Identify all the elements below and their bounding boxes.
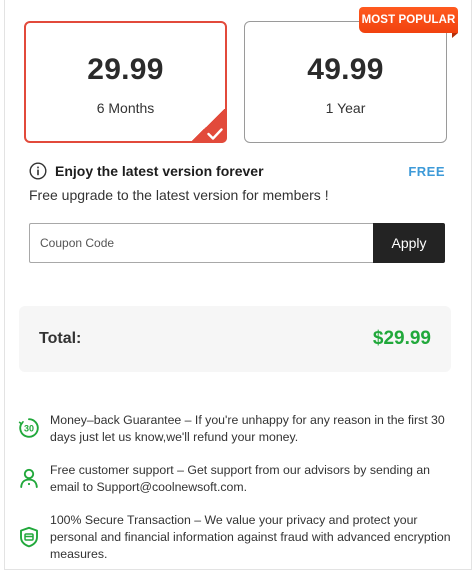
info-icon <box>29 162 47 180</box>
user-support-icon <box>18 467 40 496</box>
upgrade-description: Free upgrade to the latest version for m… <box>29 187 329 203</box>
total-value: $29.99 <box>372 328 431 349</box>
plan-price: 49.99 <box>307 53 384 86</box>
plan-card-1-year[interactable]: 49.99 1 Year <box>244 21 447 143</box>
money-back-guarantee: 30 Money–back Guarantee – If you're unha… <box>18 412 454 446</box>
customer-support-guarantee: Free customer support – Get support from… <box>18 462 454 496</box>
plan-term: 1 Year <box>325 100 366 116</box>
upgrade-price-label: FREE <box>408 163 445 179</box>
plan-card-6-months[interactable]: 29.99 6 Months <box>24 21 227 143</box>
secure-shield-icon <box>18 526 40 563</box>
secure-transaction-guarantee: 100% Secure Transaction – We value your … <box>18 512 454 563</box>
upgrade-row: Enjoy the latest version forever FREE <box>29 162 445 180</box>
svg-text:30: 30 <box>24 424 34 434</box>
most-popular-badge: MOST POPULAR <box>359 7 458 38</box>
30-day-badge-icon: 30 <box>18 417 40 446</box>
coupon-code-input[interactable] <box>29 223 373 263</box>
coupon-form: Apply <box>29 223 445 263</box>
apply-coupon-button[interactable]: Apply <box>373 223 445 263</box>
upgrade-title: Enjoy the latest version forever <box>55 163 264 179</box>
total-label: Total: <box>39 330 82 347</box>
plan-price: 29.99 <box>87 53 164 86</box>
order-total: Total: $29.99 <box>19 306 451 372</box>
selected-check-icon <box>187 109 227 143</box>
guarantee-text: Money–back Guarantee – If you're unhappy… <box>50 413 445 444</box>
guarantee-text: Free customer support – Get support from… <box>50 463 431 494</box>
guarantee-text: 100% Secure Transaction – We value your … <box>50 513 451 561</box>
